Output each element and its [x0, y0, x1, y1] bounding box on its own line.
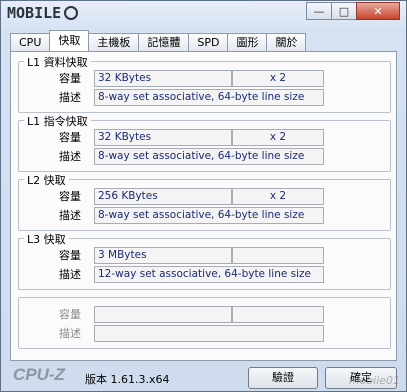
- description-label: 描述: [59, 268, 81, 281]
- group-title: L1 資料快取: [24, 54, 91, 70]
- tab-cache[interactable]: 快取: [49, 30, 90, 51]
- size-label: 容量: [59, 308, 81, 321]
- tab-graphics[interactable]: 圖形: [227, 33, 268, 51]
- description-value: [94, 325, 324, 342]
- validate-button[interactable]: 驗證: [248, 367, 318, 389]
- tab-strip: CPU 快取 主機板 記憶體 SPD 圖形 關於: [10, 30, 307, 51]
- application-window: MOBILE — □ ✕ CPU 快取 主機板 記憶體 SPD 圖形 關於 L1…: [0, 0, 407, 392]
- cpuz-logo: CPU-Z: [13, 365, 65, 384]
- close-icon: ✕: [373, 4, 383, 18]
- size-count: x 2: [232, 188, 324, 205]
- minimize-icon: —: [313, 4, 325, 18]
- l1-instruction-cache-group: L1 指令快取 容量 32 KBytes x 2 描述 8-way set as…: [18, 113, 391, 172]
- size-value: 3 MBytes: [94, 247, 232, 264]
- logo-text: MOBILE: [7, 4, 62, 22]
- cache-panel: L1 資料快取 容量 32 KBytes x 2 描述 8-way set as…: [10, 51, 397, 361]
- minimize-button[interactable]: —: [306, 2, 332, 20]
- description-value: 8-way set associative, 64-byte line size: [94, 207, 324, 224]
- size-label: 容量: [59, 72, 81, 85]
- size-count: [232, 247, 324, 264]
- tab-mainboard[interactable]: 主機板: [88, 33, 140, 51]
- close-button[interactable]: ✕: [356, 2, 400, 20]
- size-count: x 2: [232, 70, 324, 87]
- size-value: 256 KBytes: [94, 188, 232, 205]
- l2-cache-group: L2 快取 容量 256 KBytes x 2 描述 8-way set ass…: [18, 172, 391, 231]
- description-label: 描述: [59, 91, 81, 104]
- window-controls: — □ ✕: [306, 2, 400, 20]
- empty-cache-group: 容量 描述: [18, 297, 391, 349]
- description-label: 描述: [59, 209, 81, 222]
- description-value: 8-way set associative, 64-byte line size: [94, 89, 324, 106]
- l1-data-cache-group: L1 資料快取 容量 32 KBytes x 2 描述 8-way set as…: [18, 54, 391, 113]
- size-count: [232, 306, 324, 323]
- description-row: 描述 8-way set associative, 64-byte line s…: [19, 207, 390, 224]
- tab-about[interactable]: 關於: [266, 33, 307, 51]
- description-row: 描述 12-way set associative, 64-byte line …: [19, 266, 390, 283]
- maximize-icon: □: [338, 4, 350, 18]
- group-title: L1 指令快取: [24, 113, 91, 129]
- tab-spd[interactable]: SPD: [188, 33, 229, 51]
- size-row: 容量 32 KBytes x 2: [19, 70, 390, 87]
- tab-memory[interactable]: 記憶體: [138, 33, 190, 51]
- l3-cache-group: L3 快取 容量 3 MBytes 描述 12-way set associat…: [18, 231, 391, 290]
- logo-circle-icon: [64, 6, 79, 20]
- description-value: 12-way set associative, 64-byte line siz…: [94, 266, 324, 283]
- mobile01-watermark-logo: MOBILE: [7, 4, 79, 22]
- description-row: 描述 8-way set associative, 64-byte line s…: [19, 89, 390, 106]
- size-value: [94, 306, 232, 323]
- size-row: 容量 256 KBytes x 2: [19, 188, 390, 205]
- maximize-button[interactable]: □: [331, 2, 357, 20]
- size-value: 32 KBytes: [94, 70, 232, 87]
- size-row: 容量: [19, 306, 390, 323]
- size-row: 容量 3 MBytes: [19, 247, 390, 264]
- size-row: 容量 32 KBytes x 2: [19, 129, 390, 146]
- title-bar: MOBILE — □ ✕: [1, 1, 406, 27]
- description-row: 描述: [19, 325, 390, 342]
- description-label: 描述: [59, 150, 81, 163]
- watermark-text: mobile01: [348, 374, 400, 387]
- size-label: 容量: [59, 131, 81, 144]
- group-title: L2 快取: [24, 172, 69, 188]
- size-label: 容量: [59, 249, 81, 262]
- description-label: 描述: [59, 327, 81, 340]
- tab-cpu[interactable]: CPU: [10, 33, 51, 51]
- size-value: 32 KBytes: [94, 129, 232, 146]
- size-label: 容量: [59, 190, 81, 203]
- size-count: x 2: [232, 129, 324, 146]
- description-value: 8-way set associative, 64-byte line size: [94, 148, 324, 165]
- group-title: L3 快取: [24, 231, 69, 247]
- description-row: 描述 8-way set associative, 64-byte line s…: [19, 148, 390, 165]
- version-text: 版本 1.61.3.x64: [85, 373, 170, 386]
